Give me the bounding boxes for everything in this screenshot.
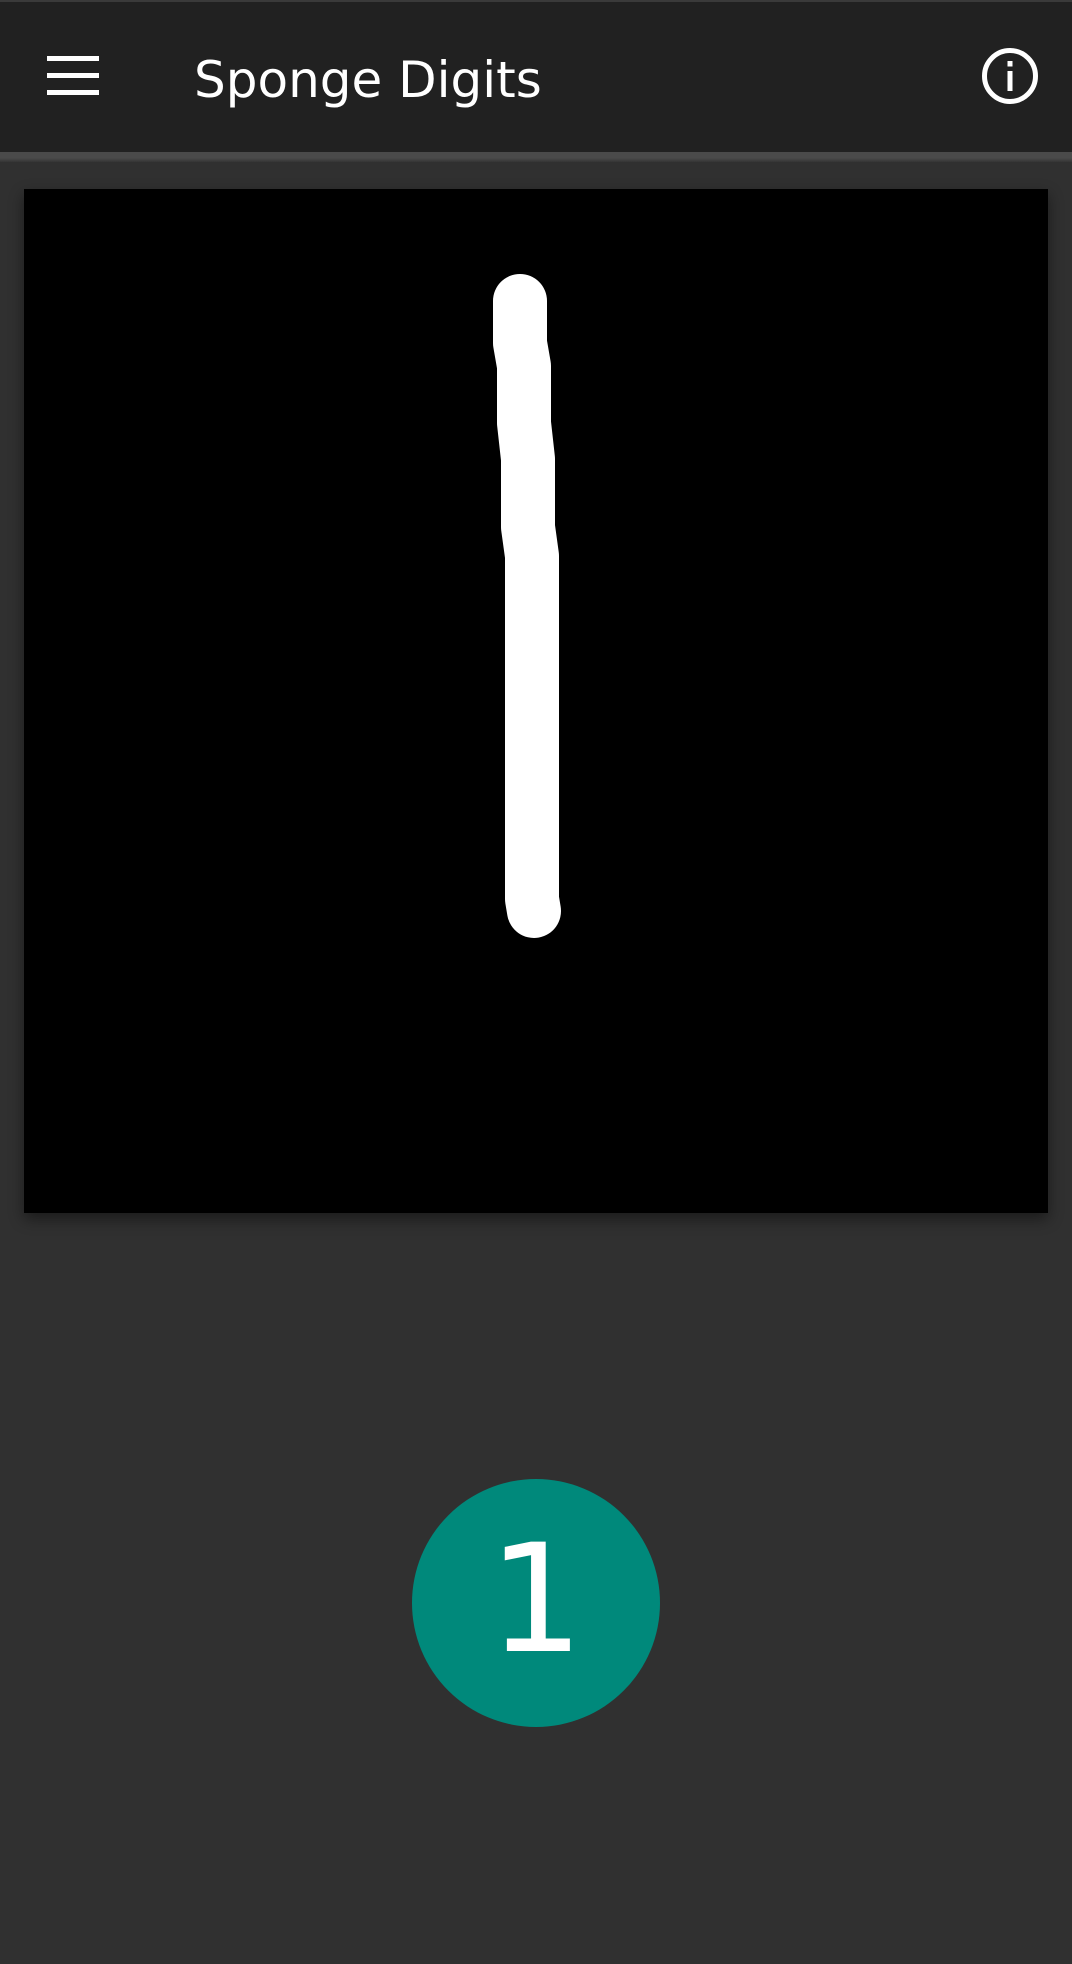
menu-icon [47, 55, 99, 101]
info-icon [981, 47, 1039, 110]
drawing-canvas[interactable] [24, 189, 1048, 1213]
info-button[interactable] [970, 38, 1050, 118]
toolbar-divider [0, 152, 1072, 162]
menu-button[interactable] [28, 38, 118, 118]
app-toolbar: Sponge Digits [0, 0, 1072, 152]
prediction-result-button[interactable]: 1 [412, 1479, 660, 1727]
drawn-digit-stroke [493, 274, 561, 938]
app-root: Sponge Digits 1 [0, 0, 1072, 1964]
predicted-digit: 1 [488, 1513, 584, 1687]
app-title: Sponge Digits [194, 51, 542, 109]
